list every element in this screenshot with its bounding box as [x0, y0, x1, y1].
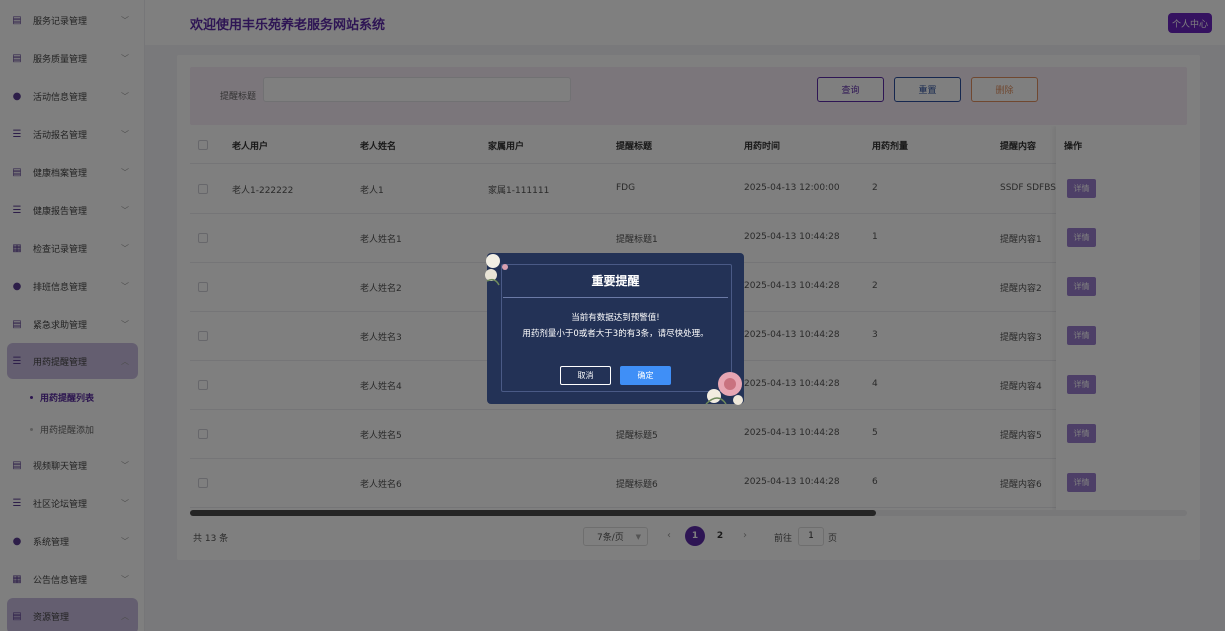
dialog-divider — [503, 297, 728, 298]
dialog-message: 用药剂量小于0或者大于3的有3条，请尽快处理。 — [522, 329, 709, 339]
dialog-message: 当前有数据达到预警值! — [571, 313, 660, 323]
dialog-cancel-button[interactable]: 取消 — [560, 366, 611, 385]
flower-decoration-icon — [705, 372, 743, 405]
dialog-ok-button[interactable]: 确定 — [620, 366, 671, 385]
warning-dialog: 重要提醒 当前有数据达到预警值! 用药剂量小于0或者大于3的有3条，请尽快处理。… — [485, 253, 744, 405]
dialog-title: 重要提醒 — [591, 274, 640, 288]
